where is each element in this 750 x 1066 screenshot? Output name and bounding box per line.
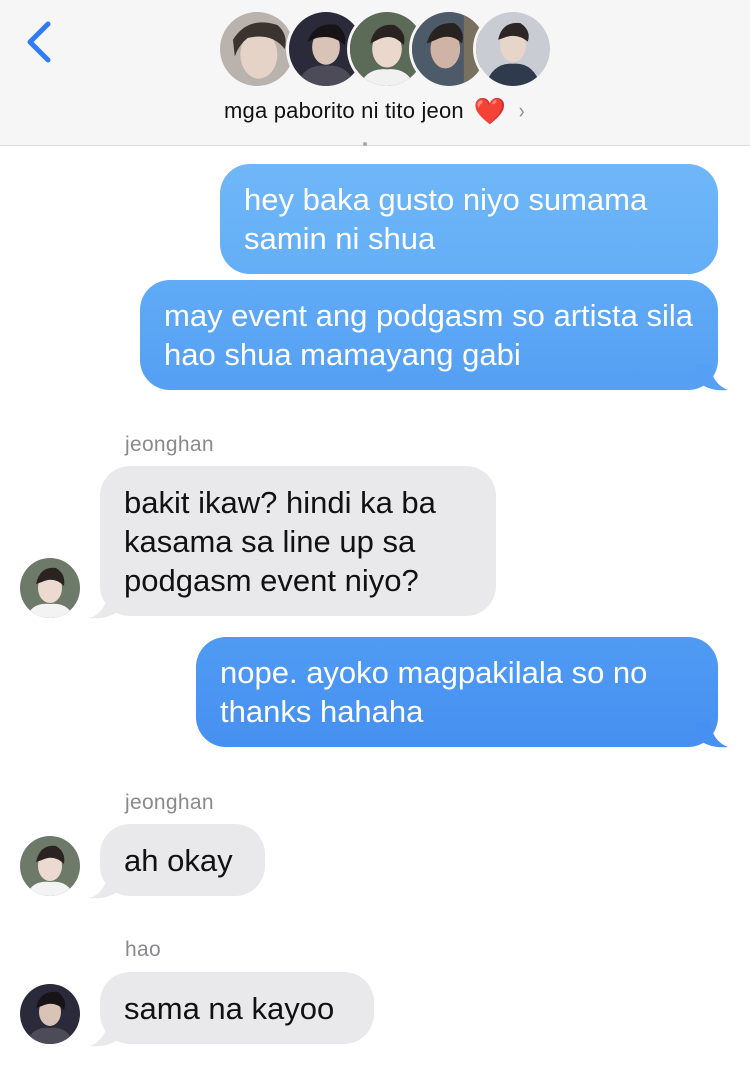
heart-icon: ❤️ [473, 96, 507, 126]
bubble-tail [90, 872, 122, 899]
outgoing-message[interactable]: may event ang podgasm so artista sila ha… [140, 280, 718, 390]
group-name[interactable]: mga paborito ni tito jeon ❤️ › [0, 98, 750, 124]
sender-name: jeonghan [125, 433, 214, 456]
incoming-message[interactable]: ah okay [100, 824, 265, 896]
avatar[interactable] [20, 558, 80, 618]
conversation-header: mga paborito ni tito jeon ❤️ › [0, 0, 750, 146]
sender-name: hao [125, 938, 161, 961]
chevron-left-icon [27, 21, 51, 63]
avatar [473, 9, 553, 89]
back-button[interactable] [20, 18, 60, 66]
jeonghan-avatar-icon [20, 558, 80, 618]
sender-name: jeonghan [125, 791, 214, 814]
avatar[interactable] [20, 984, 80, 1044]
incoming-message[interactable]: bakit ikaw? hindi ka ba kasama sa line u… [100, 466, 496, 616]
scroll-indicator [363, 142, 367, 146]
hao-avatar-icon [20, 984, 80, 1044]
jeonghan-avatar-icon [20, 836, 80, 896]
avatar[interactable] [20, 836, 80, 896]
bubble-tail [90, 592, 122, 619]
message-text: may event ang podgasm so artista sila ha… [164, 298, 693, 372]
bubble-tail [696, 721, 728, 748]
chevron-right-icon: › [519, 98, 526, 123]
avatar [217, 9, 297, 89]
message-text: hey baka gusto niyo sumama samin ni shua [244, 182, 648, 256]
outgoing-message[interactable]: hey baka gusto niyo sumama samin ni shua [220, 164, 718, 274]
incoming-message[interactable]: sama na kayoo [100, 972, 374, 1044]
message-text: nope. ayoko magpakilala so no thanks hah… [220, 655, 648, 729]
bubble-tail [696, 364, 728, 391]
outgoing-message[interactable]: nope. ayoko magpakilala so no thanks hah… [196, 637, 718, 747]
message-text: ah okay [124, 842, 233, 878]
bubble-tail [90, 1020, 122, 1047]
message-text: sama na kayoo [124, 990, 335, 1026]
group-name-label: mga paborito ni tito jeon [224, 98, 464, 123]
message-text: bakit ikaw? hindi ka ba kasama sa line u… [124, 484, 436, 598]
